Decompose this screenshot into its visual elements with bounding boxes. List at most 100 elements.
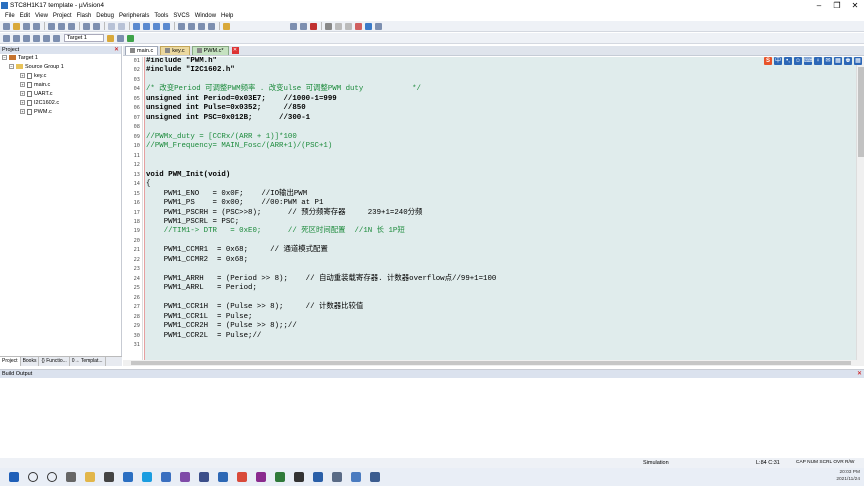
code-line[interactable]: unsigned int Period=0x03E7; //1000-1=999 <box>145 95 856 104</box>
menu-window[interactable]: Window <box>195 13 216 19</box>
menu-debug[interactable]: Debug <box>96 13 114 19</box>
tree-file-uart[interactable]: + UART.c <box>0 90 121 99</box>
ime-skin-icon[interactable]: ▦ <box>834 56 842 65</box>
nav-forward-icon[interactable] <box>118 22 125 30</box>
editor-tab-pwm[interactable]: PWM.c* <box>191 46 229 55</box>
windows-start-icon[interactable] <box>9 472 19 482</box>
chrome-icon[interactable] <box>237 472 247 482</box>
menu-svcs[interactable]: SVCS <box>173 13 189 19</box>
breakpoint-kill-icon[interactable] <box>355 22 362 30</box>
cut-icon[interactable] <box>48 22 55 30</box>
bookmark-clear-icon[interactable] <box>163 22 170 30</box>
code-line[interactable]: PWM1_PS = 0x00; //00:PWM at P1 <box>145 199 856 208</box>
manage-components-icon[interactable] <box>117 34 124 42</box>
code-area[interactable]: 01 02 03 04 05 06 07 08 09 10 11 12 13 14 15 16 17 18 19 20… <box>123 57 856 360</box>
code-line[interactable] <box>145 152 856 161</box>
bookmark-next-icon[interactable] <box>153 22 160 30</box>
task-view-icon[interactable] <box>66 472 76 482</box>
code-line[interactable]: PWM1_CCR2H = (Pulse >> 8);;// <box>145 322 856 331</box>
new-file-icon[interactable] <box>3 22 10 30</box>
config-icon[interactable] <box>375 22 382 30</box>
expand-icon[interactable]: + <box>20 109 25 115</box>
select-packs-icon[interactable] <box>127 34 134 42</box>
cortana-icon[interactable] <box>47 472 57 482</box>
batch-build-icon[interactable] <box>33 34 40 42</box>
ime-punct-icon[interactable]: •, <box>784 56 792 65</box>
expand-icon[interactable]: + <box>20 91 25 97</box>
scroll-thumb[interactable] <box>131 361 851 365</box>
breakpoint-clear-icon[interactable] <box>345 22 352 30</box>
menu-tools[interactable]: Tools <box>154 13 168 19</box>
photos-icon[interactable] <box>161 472 171 482</box>
debug-start-icon[interactable] <box>310 22 317 30</box>
expand-icon[interactable]: + <box>20 100 25 106</box>
app-icon[interactable] <box>332 472 342 482</box>
app-icon[interactable] <box>370 472 380 482</box>
uvision-taskbar-icon[interactable] <box>218 472 228 482</box>
menu-flash[interactable]: Flash <box>77 13 92 19</box>
code-line[interactable]: //TIM1-> DTR = 0xE0; // 死区时间配置 //1N 长 1P… <box>145 227 856 236</box>
build-icon[interactable] <box>13 34 20 42</box>
incremental-find-icon[interactable] <box>300 22 307 30</box>
ime-emoji-icon[interactable]: ☺ <box>794 56 802 65</box>
code-line[interactable]: unsigned int PSC=0x012B; //300-1 <box>145 114 856 123</box>
expand-icon[interactable]: + <box>20 82 25 88</box>
stop-build-icon[interactable] <box>43 34 50 42</box>
save-icon[interactable] <box>23 22 30 30</box>
code-line[interactable] <box>145 294 856 303</box>
code-line[interactable]: PWM1_CCMR2 = 0x68; <box>145 256 856 265</box>
redo-icon[interactable] <box>93 22 100 30</box>
tree-group[interactable]: − Source Group 1 <box>0 63 121 72</box>
app-icon[interactable] <box>256 472 266 482</box>
menu-view[interactable]: View <box>35 13 48 19</box>
app-icon[interactable] <box>199 472 209 482</box>
search-icon[interactable] <box>28 472 38 482</box>
close-icon[interactable]: ✕ <box>114 46 119 54</box>
restore-icon[interactable]: ❐ <box>828 0 846 11</box>
breakpoint-disable-icon[interactable] <box>335 22 342 30</box>
find-icon[interactable] <box>290 22 297 30</box>
code-line[interactable]: PWM1_ARRL = Period; <box>145 284 856 293</box>
menu-project[interactable]: Project <box>53 13 72 19</box>
close-tab-icon[interactable]: ✕ <box>231 47 239 54</box>
system-tray[interactable]: 20:03 PM 2021/11/24 <box>836 469 860 483</box>
code-line[interactable]: { <box>145 180 856 189</box>
app-icon[interactable] <box>351 472 361 482</box>
undo-icon[interactable] <box>83 22 90 30</box>
menu-help[interactable]: Help <box>221 13 233 19</box>
app-icon[interactable] <box>275 472 285 482</box>
code-line[interactable]: void PWM_Init(void) <box>145 171 856 180</box>
tree-file-pwm[interactable]: + PWM.c <box>0 108 121 117</box>
ime-chinese-icon[interactable]: 中 <box>774 56 782 65</box>
tab-books[interactable]: Books <box>21 357 40 366</box>
scroll-thumb[interactable] <box>858 67 864 157</box>
tree-file-main[interactable]: + main.c <box>0 81 121 90</box>
tree-file-i2c1602[interactable]: + I2C1602.c <box>0 99 121 108</box>
code-line[interactable]: #include "I2C1602.h" <box>145 66 856 75</box>
copy-icon[interactable] <box>58 22 65 30</box>
indent-icon[interactable] <box>178 22 185 30</box>
vs-icon[interactable] <box>180 472 190 482</box>
rebuild-icon[interactable] <box>23 34 30 42</box>
code-line[interactable]: #include "PWM.h" <box>145 57 856 66</box>
editor-tab-key[interactable]: key.c <box>160 46 190 55</box>
windows-icon[interactable] <box>365 22 372 30</box>
sogou-ime-icon[interactable]: S <box>764 56 772 65</box>
close-icon[interactable]: ✕ <box>846 0 864 11</box>
ime-voice-icon[interactable]: ♀ <box>814 56 822 65</box>
uncomment-icon[interactable] <box>208 22 215 30</box>
download-icon[interactable] <box>53 34 60 42</box>
edge-icon[interactable] <box>142 472 152 482</box>
code-line[interactable]: PWM1_PSCRH = (PSC>>8); // 预分频寄存器 239+1=2… <box>145 209 856 218</box>
code-line[interactable] <box>145 237 856 246</box>
code-line[interactable]: unsigned int Pulse=0x0352; //850 <box>145 104 856 113</box>
tab-templates[interactable]: 0→ Templat... <box>70 357 106 366</box>
code-line[interactable]: PWM1_ENO = 0x0F; //IO输出PWM <box>145 190 856 199</box>
find-in-files-icon[interactable] <box>223 22 230 30</box>
tab-project[interactable]: Project <box>0 357 21 366</box>
bookmark-icon[interactable] <box>133 22 140 30</box>
app-icon[interactable] <box>313 472 323 482</box>
code-line[interactable]: PWM1_CCR1L = Pulse; <box>145 313 856 322</box>
expand-icon[interactable]: + <box>20 73 25 79</box>
tab-functions[interactable]: {} Functio... <box>39 357 70 366</box>
